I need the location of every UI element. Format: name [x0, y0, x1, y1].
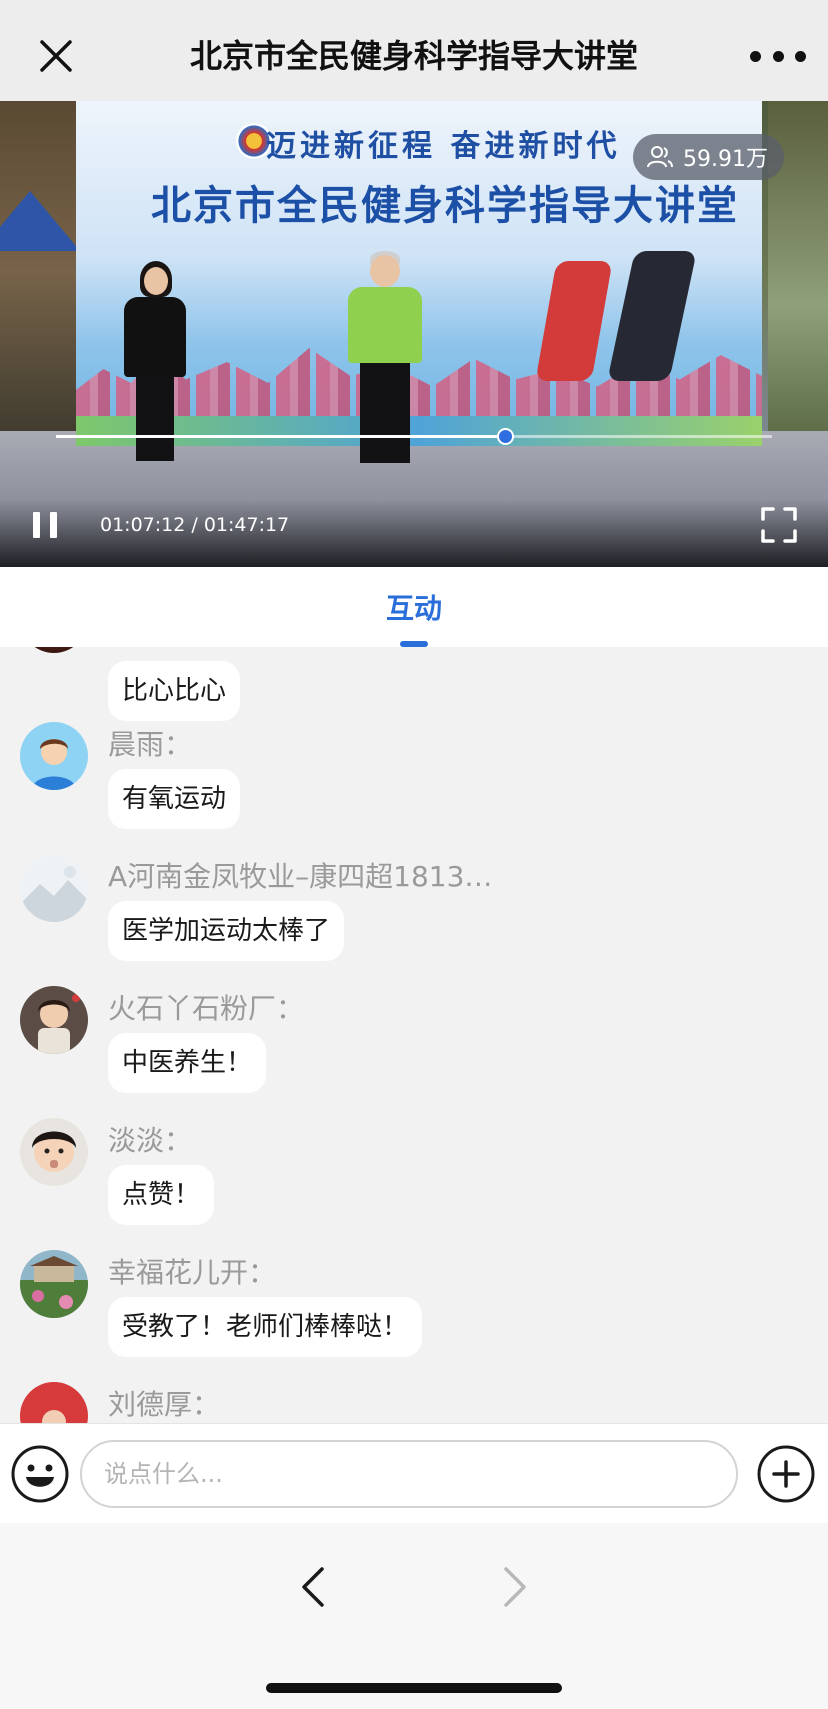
- progress-fill: [56, 435, 505, 438]
- runner-figure: [607, 251, 697, 381]
- pause-button[interactable]: [30, 510, 60, 540]
- browser-nav-bar: [0, 1523, 828, 1709]
- comment-input-bar: [0, 1423, 828, 1523]
- add-icon[interactable]: [756, 1444, 816, 1504]
- presenter-man: [340, 251, 430, 466]
- playback-time: 01:07:12 / 01:47:17: [100, 514, 290, 536]
- progress-knob[interactable]: [496, 428, 514, 445]
- chat-username: 晨雨：: [108, 728, 193, 761]
- tab-bar: 互动: [0, 567, 828, 647]
- chat-username: A河南金凤牧业–康四超1813…: [108, 860, 493, 893]
- child-photo-avatar[interactable]: [20, 986, 88, 1054]
- page-title: 北京市全民健身科学指导大讲堂: [189, 37, 638, 75]
- forward-arrow-icon[interactable]: [498, 1563, 532, 1611]
- video-scene-trees: [0, 101, 80, 441]
- home-indicator: [266, 1683, 562, 1693]
- runner-figure: [535, 261, 613, 381]
- child-photo-avatar[interactable]: [20, 1118, 88, 1186]
- fullscreen-icon[interactable]: [760, 506, 798, 544]
- progress-bar[interactable]: [56, 428, 772, 445]
- chat-bubble: 中医养生！: [108, 1033, 267, 1093]
- chat-bubble: 受教了！老师们棒棒哒！: [108, 1297, 423, 1357]
- chat-username: 淡淡：: [108, 1124, 193, 1157]
- viewer-count: 59.91万: [683, 147, 768, 172]
- garden-photo-avatar[interactable]: [20, 1250, 88, 1318]
- back-arrow-icon[interactable]: [296, 1563, 330, 1611]
- top-nav-bar: 北京市全民健身科学指导大讲堂: [0, 0, 828, 101]
- landscape-avatar-icon[interactable]: [20, 854, 88, 922]
- more-menu-icon[interactable]: [750, 38, 806, 74]
- viewer-count-badge: 59.91万: [633, 134, 784, 180]
- chat-bubble: 比心比心: [108, 661, 241, 721]
- chat-username: 火石丫石粉厂：: [108, 992, 305, 1025]
- emoji-icon[interactable]: [10, 1444, 70, 1504]
- backdrop-title: 北京市全民健身科学指导大讲堂: [151, 183, 739, 229]
- dark-avatar-icon[interactable]: [20, 647, 88, 653]
- presenter-woman: [120, 261, 190, 461]
- video-player[interactable]: 迈进新征程 奋进新时代 北京市全民健身科学指导大讲堂 59.91万 01:07:…: [0, 101, 828, 567]
- chat-bubble: 有氧运动: [108, 769, 241, 829]
- user-avatar-icon[interactable]: [20, 722, 88, 790]
- backdrop-slogan: 迈进新征程 奋进新时代: [266, 129, 621, 164]
- chat-bubble: 医学加运动太棒了: [108, 901, 345, 961]
- chat-username: 幸福花儿开：: [108, 1256, 277, 1289]
- comment-input[interactable]: [80, 1440, 738, 1508]
- tab-interaction[interactable]: 互动: [364, 587, 464, 627]
- users-icon: [647, 146, 674, 168]
- red-photo-avatar[interactable]: [20, 1382, 88, 1423]
- chat-list[interactable]: 比心比心 晨雨： 有氧运动 A河南金凤牧业–康四超1813… 医学加运动太棒了: [0, 647, 828, 1423]
- close-icon[interactable]: [30, 30, 82, 82]
- chat-username: 刘德厚：: [108, 1388, 221, 1421]
- chat-bubble: 点赞！: [108, 1165, 215, 1225]
